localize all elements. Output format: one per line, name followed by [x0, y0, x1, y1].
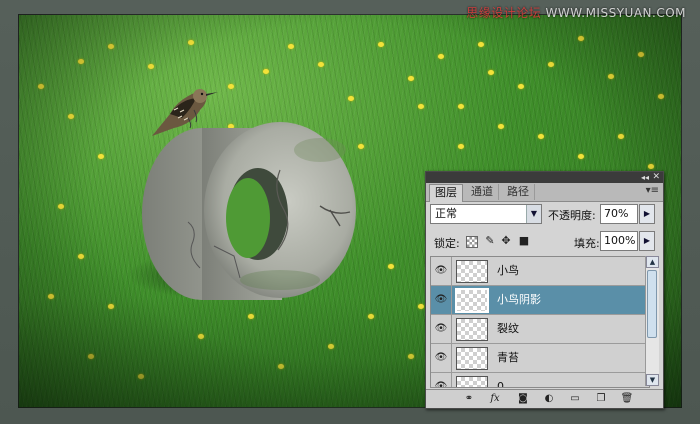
layer-name: 小鸟: [497, 264, 519, 277]
layer-row[interactable]: 👁 小鸟阴影: [431, 286, 649, 315]
lock-row: 锁定: ✎ ✥ ■ 填充: 100% ▶: [430, 231, 659, 253]
layer-thumbnail[interactable]: [456, 347, 488, 370]
eye-icon[interactable]: 👁: [431, 315, 452, 343]
fill-input[interactable]: 100%: [600, 231, 638, 251]
layer-list: 👁 小鸟 👁 小鸟阴影 👁 裂纹 👁 青苔 👁 0: [430, 256, 650, 388]
layer-name: 裂纹: [497, 322, 519, 335]
fx-icon[interactable]: fx: [488, 392, 502, 406]
layer-thumbnail[interactable]: [456, 318, 488, 341]
eye-icon[interactable]: 👁: [431, 257, 452, 285]
scrollbar-thumb[interactable]: [647, 270, 657, 338]
layer-name: 小鸟阴影: [497, 293, 541, 306]
opacity-label: 不透明度:: [548, 209, 596, 222]
layer-row[interactable]: 👁 0: [431, 373, 649, 388]
lock-position-icon[interactable]: ✥: [500, 235, 512, 247]
layer-row[interactable]: 👁 青苔: [431, 344, 649, 373]
fill-slider-button[interactable]: ▶: [639, 231, 655, 251]
layer-thumbnail[interactable]: [456, 260, 488, 283]
eye-icon[interactable]: 👁: [431, 286, 452, 314]
collapse-icon[interactable]: ◂◂: [641, 172, 649, 183]
trash-icon[interactable]: 🗑: [620, 392, 634, 406]
tab-channels[interactable]: 通道: [466, 184, 499, 200]
blend-mode-value: 正常: [435, 207, 457, 220]
panel-title-bar[interactable]: ◂◂ ✕: [426, 172, 663, 183]
panel-tabs: 图层 通道 路径 ▾≡: [426, 183, 663, 202]
blend-row: 正常 ▼ 不透明度: 70% ▶: [430, 204, 659, 226]
layer-name: 0: [497, 380, 504, 388]
adjustment-layer-icon[interactable]: ◐: [542, 392, 556, 406]
watermark-url: WWW.MISSYUAN.COM: [545, 6, 686, 20]
blend-mode-select[interactable]: 正常 ▼: [430, 204, 542, 224]
opacity-input[interactable]: 70%: [600, 204, 638, 224]
watermark-brand: 思缘设计论坛: [466, 6, 542, 20]
new-layer-icon[interactable]: ❐: [594, 392, 608, 406]
chevron-down-icon[interactable]: ▼: [526, 205, 541, 223]
lock-transparency-icon[interactable]: [466, 236, 478, 248]
eye-icon[interactable]: 👁: [431, 373, 452, 387]
tab-paths[interactable]: 路径: [502, 184, 535, 200]
scroll-down-icon[interactable]: ▼: [646, 374, 659, 386]
layer-thumbnail[interactable]: [455, 288, 489, 313]
lock-pixels-icon[interactable]: ✎: [484, 235, 496, 247]
fill-label: 填充:: [574, 237, 600, 250]
new-group-icon[interactable]: ▭: [568, 392, 582, 406]
layer-scrollbar[interactable]: ▲ ▼: [645, 256, 659, 386]
opacity-slider-button[interactable]: ▶: [639, 204, 655, 224]
tab-layers[interactable]: 图层: [429, 184, 463, 202]
layers-panel: ◂◂ ✕ 图层 通道 路径 ▾≡ 正常 ▼ 不透明度: 70% ▶ 锁定: ✎ …: [425, 171, 664, 409]
panel-menu-icon[interactable]: ▾≡: [646, 185, 659, 196]
scroll-up-icon[interactable]: ▲: [646, 256, 659, 268]
watermark: 思缘设计论坛 WWW.MISSYUAN.COM: [466, 4, 686, 21]
layer-name: 青苔: [497, 351, 519, 364]
lock-all-icon[interactable]: ■: [518, 235, 530, 247]
link-icon[interactable]: ⚭: [462, 392, 476, 406]
panel-bottom-bar: ⚭ fx ◙ ◐ ▭ ❐ 🗑: [426, 389, 663, 408]
lock-label: 锁定:: [434, 237, 460, 250]
layer-thumbnail[interactable]: [456, 376, 488, 387]
eye-icon[interactable]: 👁: [431, 344, 452, 372]
layer-row[interactable]: 👁 小鸟: [431, 257, 649, 286]
layer-row[interactable]: 👁 裂纹: [431, 315, 649, 344]
layer-mask-icon[interactable]: ◙: [516, 392, 530, 406]
close-icon[interactable]: ✕: [652, 172, 660, 183]
